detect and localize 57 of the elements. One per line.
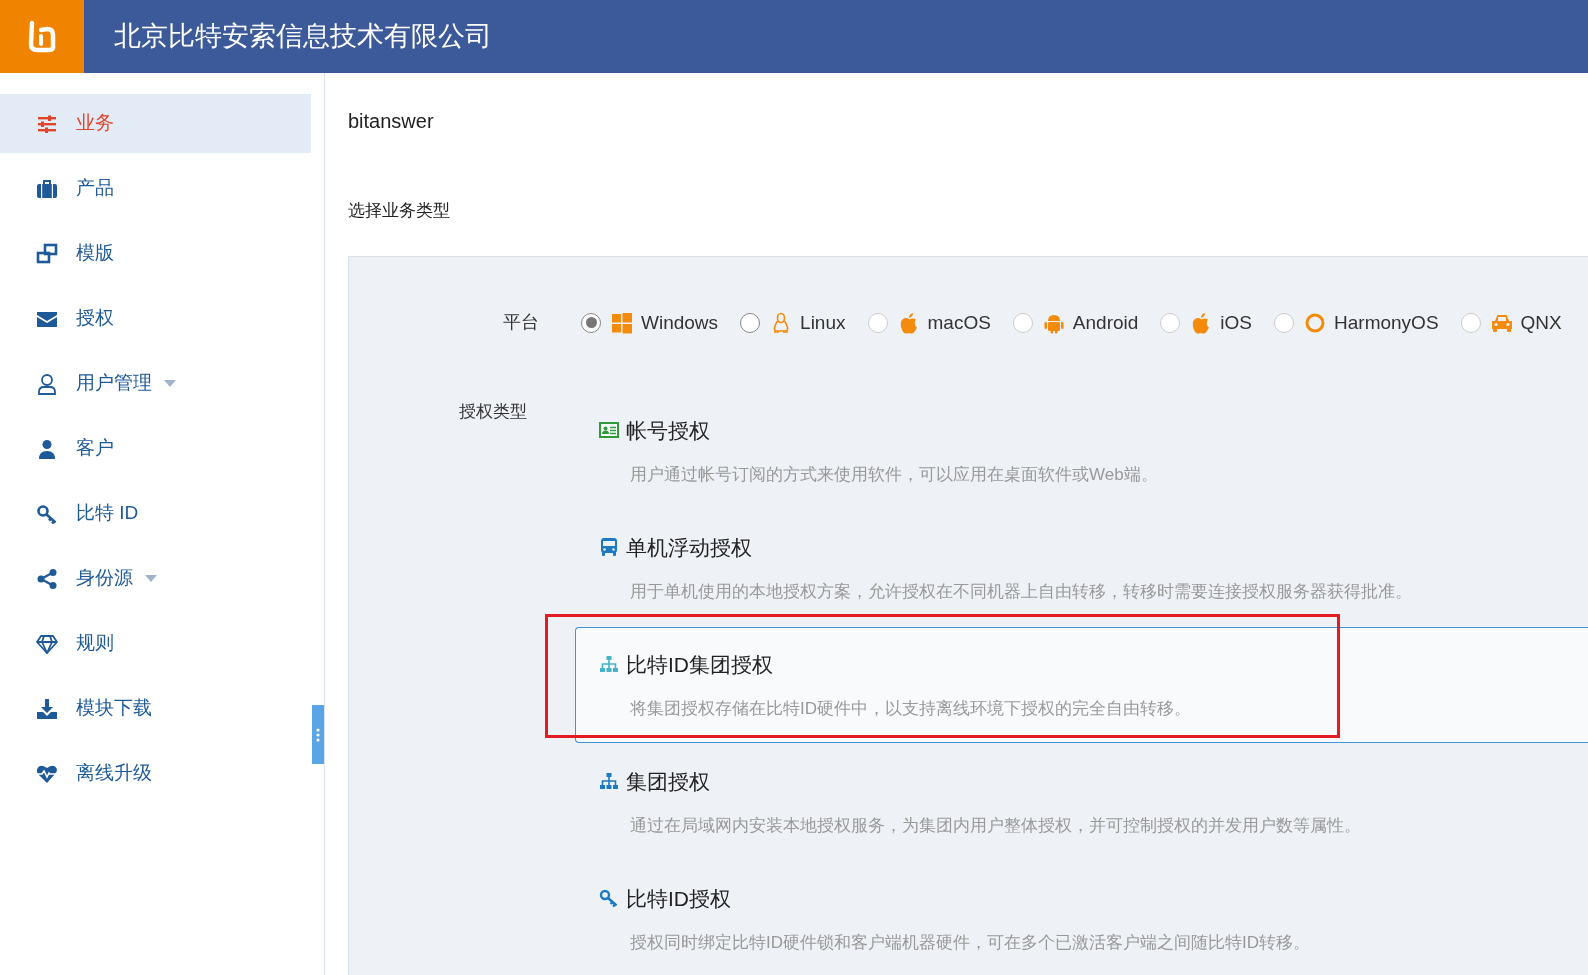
option-description: 通过在局域网内安装本地授权服务，为集团内用户整体授权，并可控制授权的并发用户数等属性。 [629,815,1362,837]
diamond-icon [36,632,58,655]
logo-icon [27,19,57,54]
sidebar-item[interactable]: 规则 [0,614,311,673]
bus-icon [599,537,619,558]
license-option[interactable]: 集团授权 通过在局域网内安装本地授权服务，为集团内用户整体授权，并可控制授权的并发用户数等属性。 [575,744,1588,860]
license-option[interactable]: 单机浮动授权 用于单机使用的本地授权方案，允许授权在不同机器上自由转移，转移时需要连接授权服务器获得批准。 [575,510,1588,626]
option-title: 单机浮动授权 [626,534,752,561]
windows-icon [611,311,633,334]
radio-label: HarmonyOS [1334,310,1439,335]
page-title: bitanswer [348,109,435,134]
option-title: 比特ID授权 [626,885,731,912]
radio-label: Linux [800,310,846,335]
key-icon [36,502,58,525]
field-label: 授权类型 [459,401,528,423]
radio-label: QNX [1520,310,1562,335]
windows-stack-icon [36,242,58,265]
sidebar-item[interactable]: 客户 [0,419,311,478]
key-icon [599,888,619,909]
sidebar-item[interactable]: 模块下载 [0,679,311,738]
sidebar-item[interactable]: 用户管理 [0,354,311,413]
field-label: 平台 [503,312,539,333]
license-option[interactable]: 比特ID集团授权 将集团授权存储在比特ID硬件中，以支持离线环境下授权的完全自由转移。 [575,627,1588,743]
option-title: 帐号授权 [626,417,710,444]
download-icon [36,697,58,720]
sidebar-item[interactable]: 模版 [0,224,311,283]
radio-label: macOS [927,310,991,335]
section-label: 选择业务类型 [348,200,451,222]
option-description: 将集团授权存储在比特ID硬件中，以支持离线环境下授权的完全自由转移。 [629,698,1192,720]
briefcase-icon [36,177,58,200]
sidebar-item[interactable]: 身份源 [0,549,311,608]
radio-label: Android [1072,310,1139,335]
sitemap-icon [599,771,619,792]
share-icon [36,567,58,590]
ring-icon [1304,311,1327,334]
radio-label: iOS [1220,310,1253,335]
license-option[interactable]: 帐号授权 用户通过帐号订阅的方式来使用软件，可以应用在桌面软件或Web端。 [575,393,1588,509]
option-description: 用户通过帐号订阅的方式来使用软件，可以应用在桌面软件或Web端。 [629,464,1159,486]
user-icon [36,437,58,460]
radio-label: Windows [641,310,719,335]
sidebar-item[interactable]: 授权 [0,289,311,348]
user-outline-icon [36,372,58,395]
company-name: 北京比特安索信息技术有限公司 [114,20,492,54]
sidebar-item[interactable]: 产品 [0,159,311,218]
sidebar-item[interactable]: 离线升级 [0,744,311,803]
sitemap-icon [599,654,619,675]
option-title: 集团授权 [626,768,710,795]
radio-button[interactable] [581,312,601,333]
radio-button[interactable] [740,312,761,333]
option-description: 用于单机使用的本地授权方案，允许授权在不同机器上自由转移，转移时需要连接授权服务器获得批准。 [629,581,1413,603]
sidebar-item[interactable]: 业务 [0,94,311,153]
license-option[interactable]: 比特ID授权 授权同时绑定比特ID硬件锁和客户端机器硬件，可在多个已激活客户端之间随比特ID转移。 [575,861,1588,975]
sidebar-item[interactable]: 比特 ID [0,484,311,543]
option-description: 授权同时绑定比特ID硬件锁和客户端机器硬件，可在多个已激活客户端之间随比特ID转移。 [629,932,1311,954]
option-title: 比特ID集团授权 [626,651,773,678]
id-card-icon [599,420,619,441]
collapse-handle[interactable] [312,705,324,764]
